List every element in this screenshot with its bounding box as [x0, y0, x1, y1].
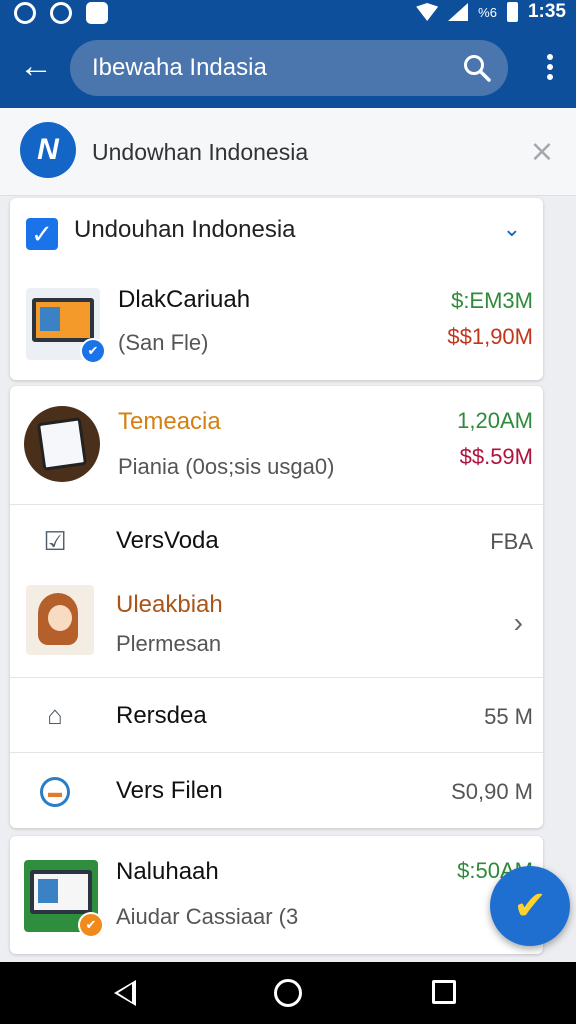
item-subtitle: Piania (0os;sis usga0) [118, 454, 335, 479]
nav-home-icon[interactable] [274, 979, 302, 1007]
item-title: Rersdea [116, 702, 207, 729]
nav-back-icon[interactable] [114, 980, 136, 1006]
item-title: Uleakbiah [116, 591, 223, 618]
chevron-right-icon[interactable]: › [514, 607, 523, 639]
tablet-screen-art [32, 298, 94, 342]
list-card: ✔ Naluhaah Aiudar Cassiaar (3 $:50AM W$ [10, 836, 543, 954]
brand-logo: N [20, 122, 76, 178]
item-value: FBA [490, 529, 533, 554]
tablet-thumbnail: ✔ [26, 288, 106, 364]
battery-icon [506, 2, 518, 22]
avatar [26, 585, 94, 655]
close-icon[interactable]: ⨯ [528, 137, 556, 167]
header-title: Undowhan Indonesia [92, 139, 309, 165]
item-value-secondary: $$1,90M [447, 324, 533, 349]
chevron-down-icon[interactable]: ⌄ [503, 216, 521, 242]
list-item[interactable]: Temeacia Piania (0os;sis usga0) 1,20AM $… [10, 386, 543, 504]
item-title: DlakCariuah [118, 286, 251, 313]
status-right-icons: %6 1:35 [416, 1, 566, 23]
item-title: Vers Filen [116, 777, 223, 804]
item-value-primary: $:EM3M [451, 288, 533, 313]
clock: 1:35 [527, 1, 566, 22]
section-checkbox[interactable]: ✓ [26, 218, 58, 250]
avatar-face [48, 605, 72, 631]
storage-icon: ▬ [40, 777, 70, 807]
confirm-fab-button[interactable]: ✔ [490, 866, 570, 946]
account-header: N Undowhan Indonesia ⨯ [0, 108, 576, 196]
item-value: S0,90 M [451, 779, 533, 804]
section-title: Undouhan Indonesia [74, 216, 296, 243]
tablet-photo-thumbnail [24, 406, 100, 482]
list-item[interactable]: Uleakbiah Plermesan › [10, 577, 543, 677]
item-value-primary: 1,20AM [457, 408, 533, 433]
list-item[interactable]: ☑ VersVoda FBA [10, 505, 543, 577]
item-subtitle: Plermesan [116, 631, 222, 656]
camera-icon [86, 2, 108, 24]
tablet-thumbnail: ✔ [24, 860, 104, 938]
item-title: Naluhaah [116, 858, 219, 885]
item-subtitle: (San Fle) [118, 330, 209, 355]
search-text: Ibewaha Indasia [92, 54, 267, 81]
system-nav-bar [0, 962, 576, 1024]
list-card: Temeacia Piania (0os;sis usga0) 1,20AM $… [10, 386, 543, 828]
home-icon: ⌂ [47, 700, 63, 730]
item-value-secondary: $$.59M [459, 444, 533, 469]
item-value: 55 M [484, 704, 533, 729]
list-item[interactable]: ⌂ Rersdea 55 M [10, 678, 543, 752]
list-item[interactable]: ✔ DlakCariuah (San Fle) $:EM3M $$1,90M [10, 276, 543, 376]
status-bar: %6 1:35 [0, 0, 576, 26]
app-bar: ← Ibewaha Indasia [0, 26, 576, 108]
battery-percent: %6 [478, 4, 497, 20]
item-title: Temeacia [118, 408, 221, 435]
item-title: VersVoda [116, 527, 219, 554]
status-left-icons [14, 2, 108, 24]
sync-icon [50, 2, 72, 24]
compass-icon [14, 2, 36, 24]
section-card: ✓ Undouhan Indonesia ⌄ ✔ DlakCariuah (Sa… [10, 198, 543, 380]
checklist-icon: ☑ [43, 526, 67, 556]
search-icon[interactable] [462, 53, 492, 83]
verified-badge-icon: ✔ [80, 338, 106, 364]
tablet-art [36, 417, 88, 471]
tablet-screen-art [30, 870, 92, 914]
list-item[interactable]: ▬ Vers Filen S0,90 M [10, 753, 543, 828]
verified-badge-icon: ✔ [78, 912, 104, 938]
signal-icon [448, 3, 469, 21]
wifi-icon [416, 3, 439, 21]
more-options-icon[interactable] [546, 54, 554, 82]
screen: %6 1:35 ← Ibewaha Indasia N Undowhan Ind… [0, 0, 576, 1024]
list-item[interactable]: ✔ Naluhaah Aiudar Cassiaar (3 $:50AM W$ [10, 836, 543, 954]
nav-recents-icon[interactable] [432, 980, 456, 1004]
item-subtitle: Aiudar Cassiaar (3 [116, 904, 299, 929]
back-arrow-icon[interactable]: ← [18, 48, 54, 84]
search-input[interactable]: Ibewaha Indasia [70, 40, 508, 96]
